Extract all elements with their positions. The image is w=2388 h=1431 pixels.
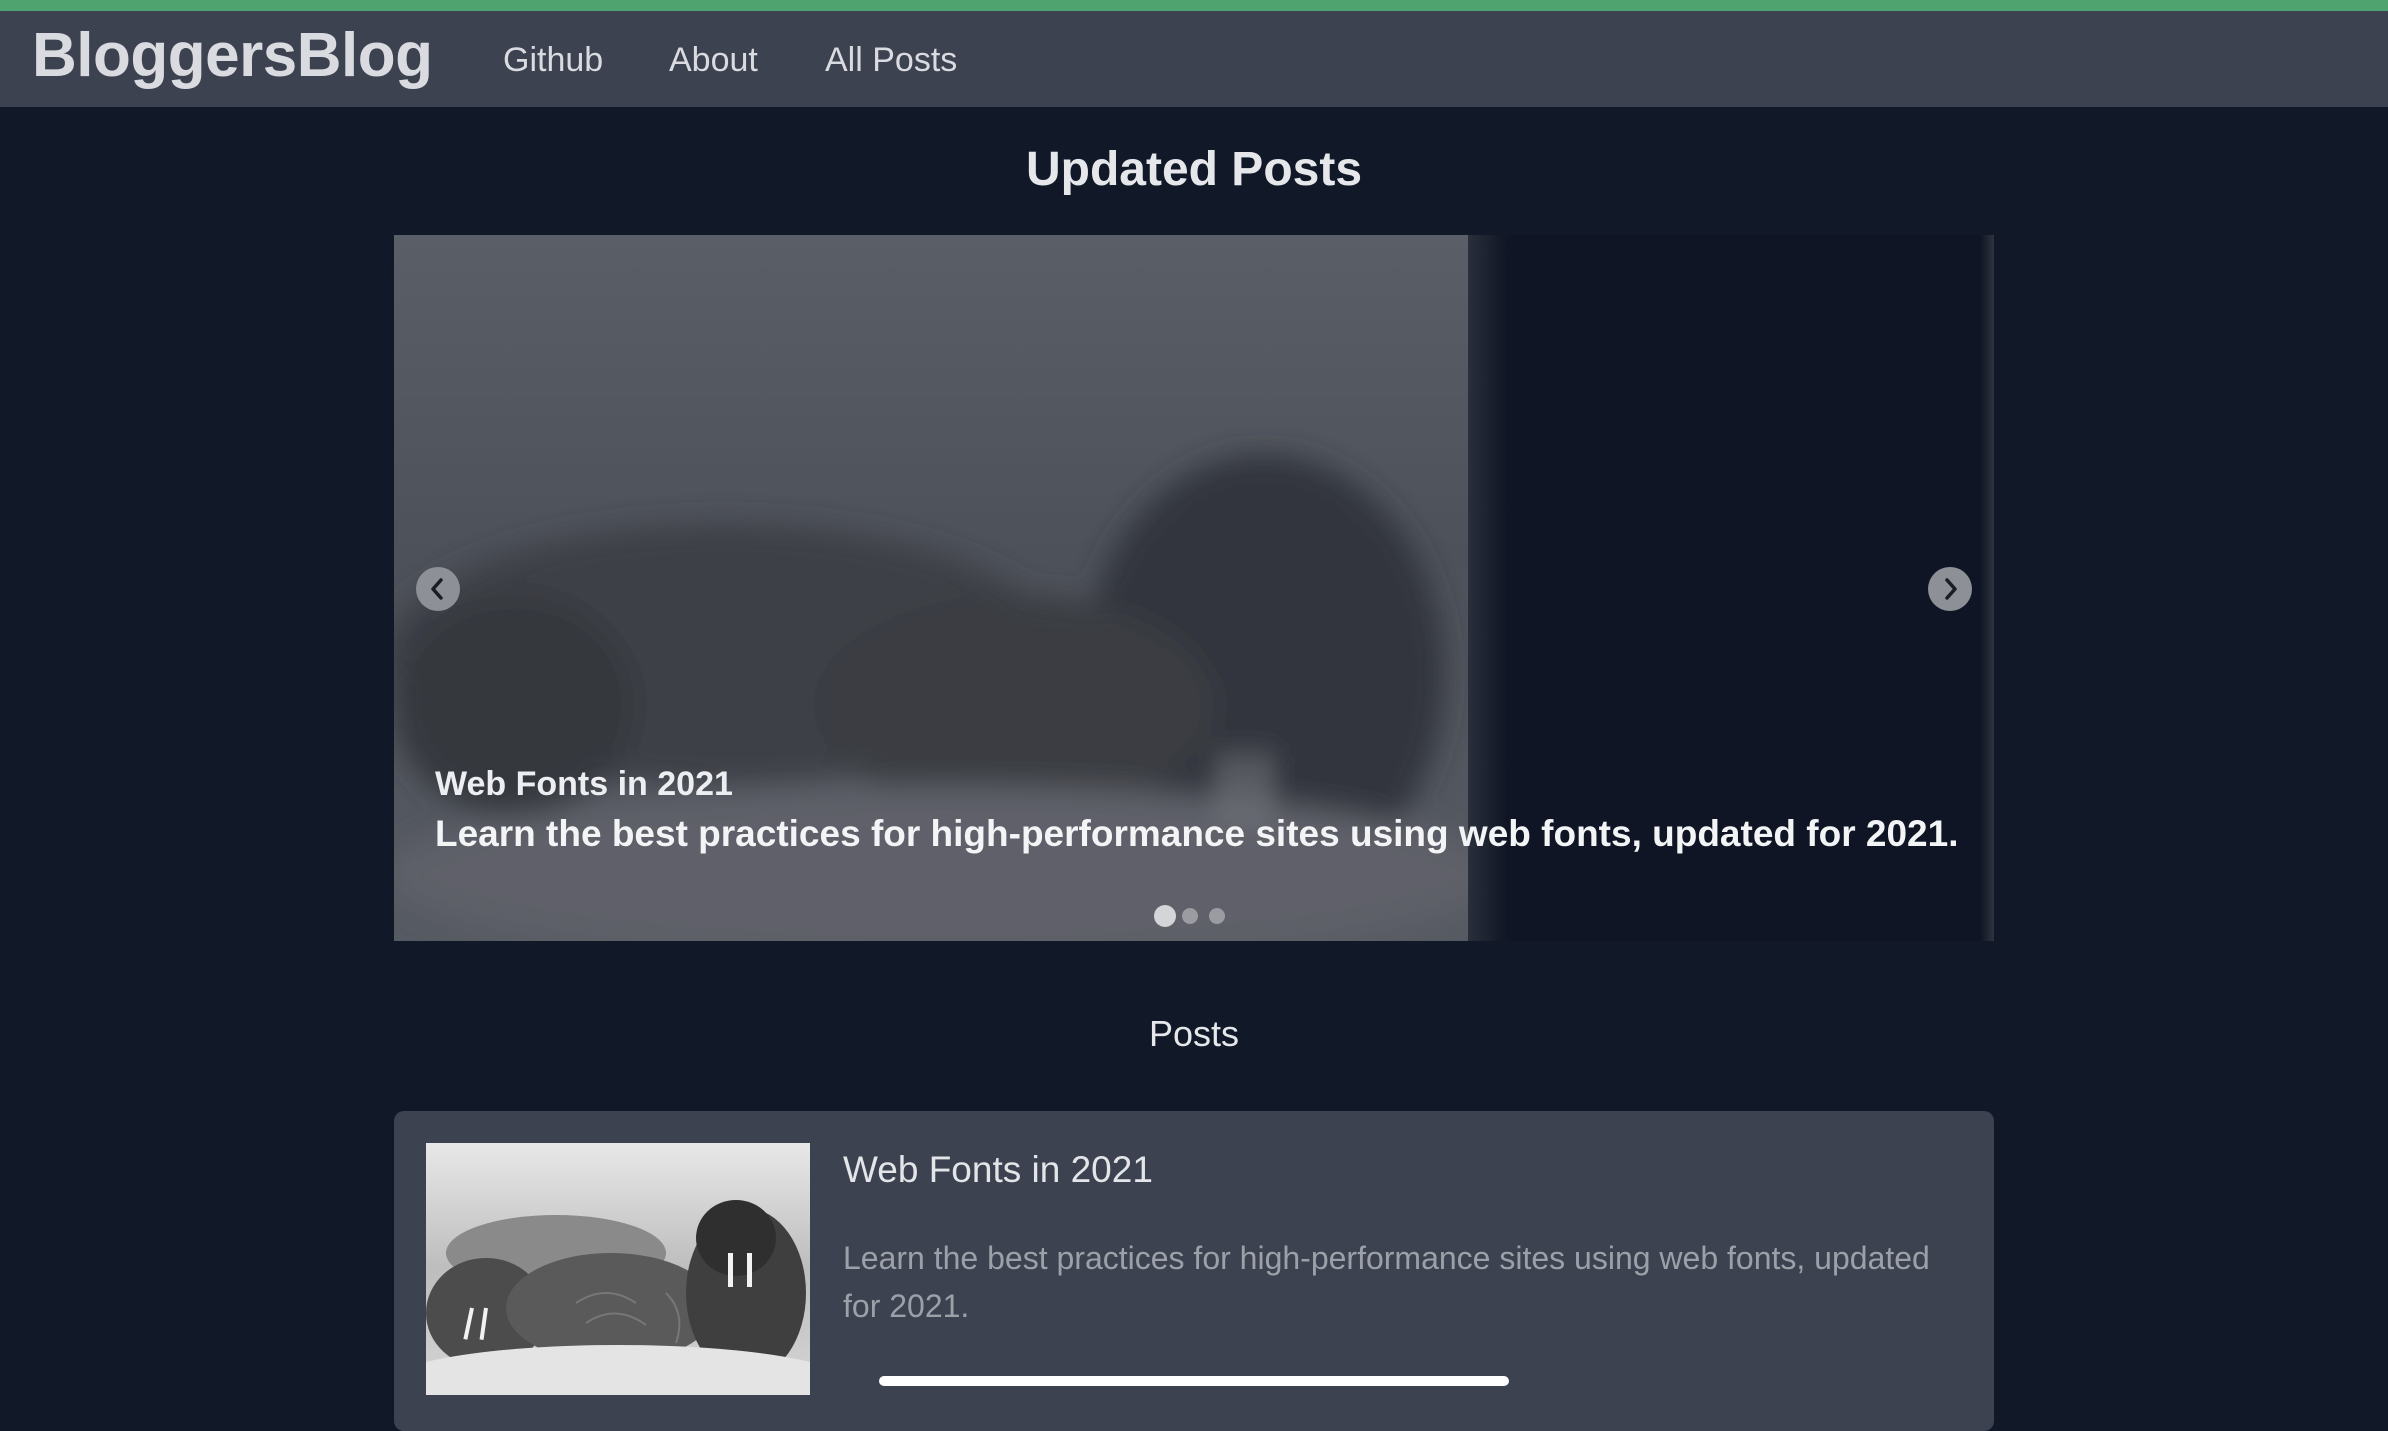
slide-description: Learn the best practices for high-perfor… bbox=[435, 813, 1959, 854]
next-slide-peek bbox=[1980, 235, 1994, 941]
walrus-photo bbox=[426, 1143, 810, 1395]
home-indicator-bar bbox=[879, 1376, 1509, 1386]
nav-link-about[interactable]: About bbox=[669, 43, 758, 77]
carousel-prev-button[interactable] bbox=[416, 567, 460, 611]
site-logo[interactable]: BloggersBlog bbox=[32, 25, 433, 87]
post-thumbnail[interactable] bbox=[426, 1143, 810, 1395]
carousel-dot-1-active[interactable] bbox=[1154, 905, 1176, 927]
updated-posts-carousel: Web Fonts in 2021 Learn the best practic… bbox=[394, 235, 1994, 941]
chevron-left-icon bbox=[431, 578, 443, 600]
carousel-next-button[interactable] bbox=[1928, 567, 1972, 611]
navbar: BloggersBlog Github About All Posts bbox=[0, 11, 2388, 107]
post-description: Learn the best practices for high-perfor… bbox=[843, 1240, 1930, 1324]
nav-link-all-posts[interactable]: All Posts bbox=[825, 43, 957, 77]
chevron-right-icon bbox=[1945, 578, 1957, 600]
carousel-indicators bbox=[394, 903, 1994, 927]
post-title[interactable]: Web Fonts in 2021 bbox=[843, 1151, 1153, 1188]
updated-posts-heading: Updated Posts bbox=[1025, 143, 1363, 196]
posts-heading: Posts bbox=[1148, 1013, 1240, 1054]
nav-link-github[interactable]: Github bbox=[503, 43, 603, 77]
carousel-dot-3[interactable] bbox=[1209, 908, 1225, 924]
top-accent-bar bbox=[0, 0, 2388, 11]
slide-title[interactable]: Web Fonts in 2021 bbox=[435, 767, 733, 801]
carousel-dot-2[interactable] bbox=[1182, 908, 1198, 924]
